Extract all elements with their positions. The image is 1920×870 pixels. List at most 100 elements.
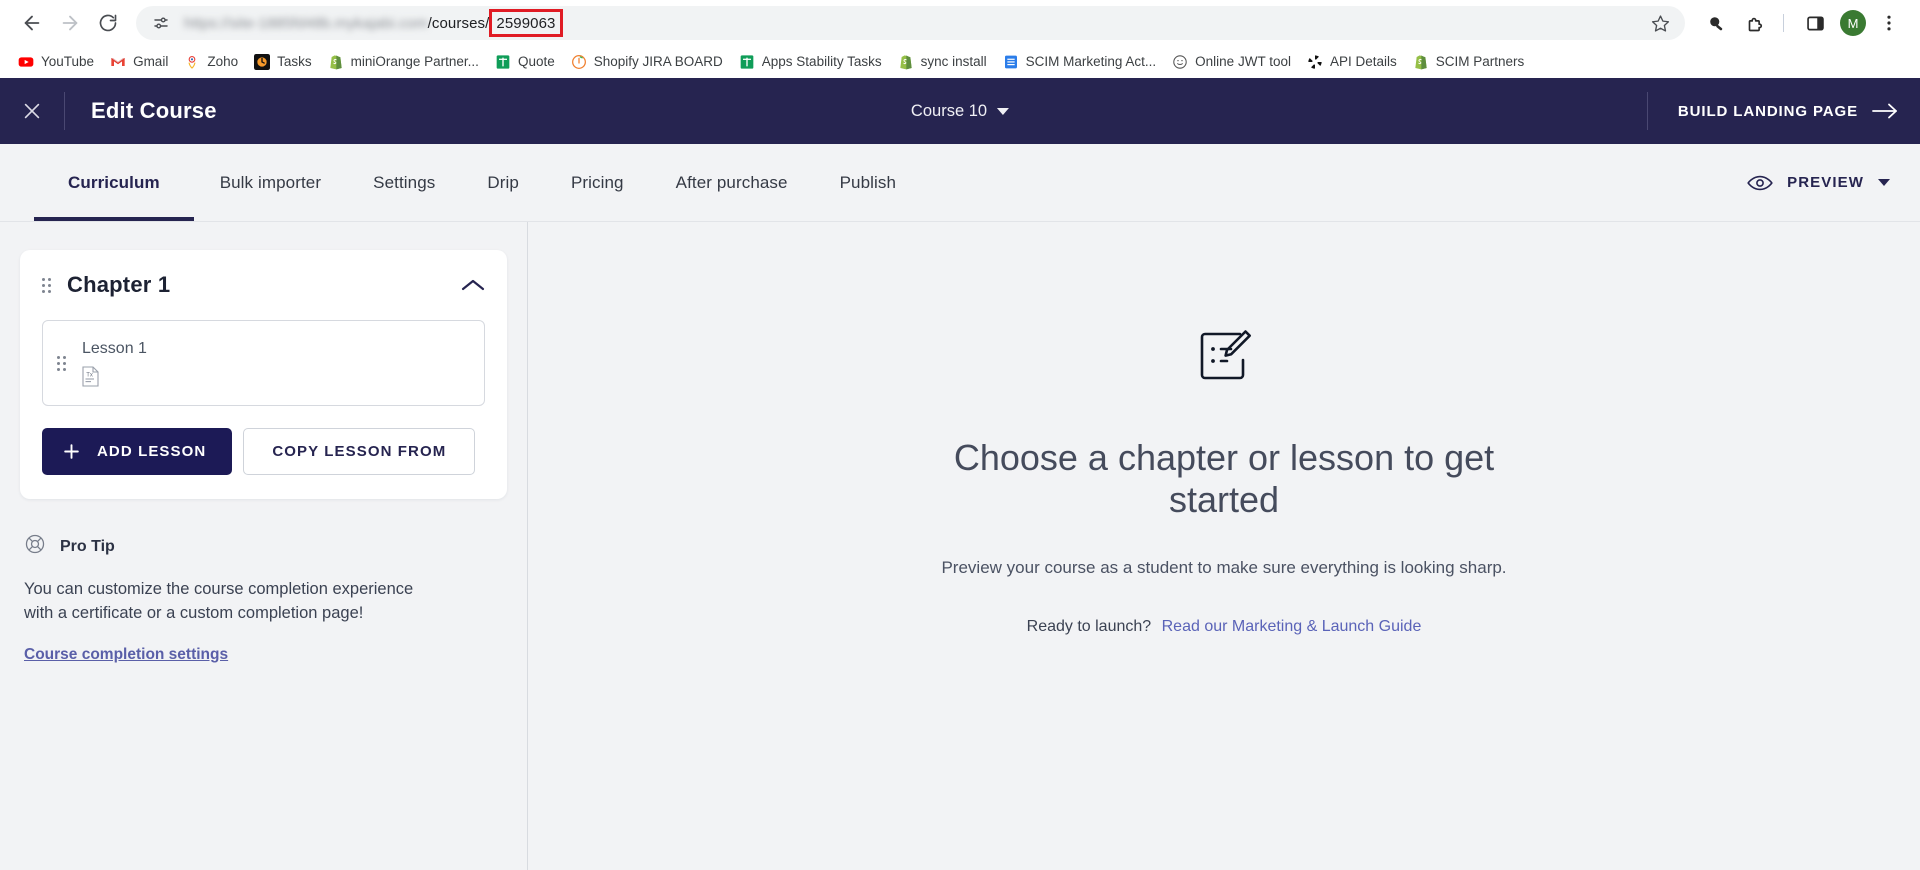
tab-settings[interactable]: Settings (347, 144, 461, 221)
bookmark-label: Zoho (207, 54, 239, 69)
url-text: https://site-1885fd48b.mykajabi.com /cou… (184, 9, 563, 37)
tab-bulk-importer[interactable]: Bulk importer (194, 144, 347, 221)
extensions-icon[interactable] (1739, 6, 1773, 40)
text-document-icon: Tx (82, 365, 99, 387)
empty-state-subtitle: Preview your course as a student to make… (941, 557, 1507, 577)
chevron-up-icon[interactable] (461, 278, 485, 292)
address-bar[interactable]: https://site-1885fd48b.mykajabi.com /cou… (136, 6, 1685, 40)
bookmark-youtube[interactable]: YouTube (10, 50, 102, 74)
lifebuoy-icon (24, 533, 46, 560)
preview-button[interactable]: PREVIEW (1747, 144, 1890, 221)
chapter-card: Chapter 1 Lesson 1 Tx ADD LESSON COPY LE… (20, 250, 507, 499)
extension-puzzle-dark-icon[interactable] (1699, 6, 1733, 40)
site-settings-icon[interactable] (150, 12, 172, 34)
header-right: BUILD LANDING PAGE (1646, 92, 1898, 130)
bookmark-tasks[interactable]: Tasks (246, 50, 320, 74)
lesson-title: Lesson 1 (82, 339, 147, 357)
bookmark-scim-marketing-act[interactable]: SCIM Marketing Act... (995, 50, 1165, 74)
bookmark-label: Tasks (277, 54, 312, 69)
close-button[interactable] (0, 100, 64, 122)
bookmark-online-jwt-tool[interactable]: Online JWT tool (1164, 50, 1299, 74)
shopify-icon (1413, 54, 1429, 70)
pro-tip-header: Pro Tip (24, 533, 503, 560)
tasks-icon (254, 53, 271, 70)
chapter-actions: ADD LESSON COPY LESSON FROM (42, 428, 485, 475)
empty-state-panel: Choose a chapter or lesson to get starte… (528, 222, 1920, 870)
drag-handle-icon[interactable] (57, 355, 66, 371)
tab-publish[interactable]: Publish (814, 144, 922, 221)
tab-label: Curriculum (68, 172, 160, 192)
eye-icon (1747, 175, 1773, 190)
url-path: /courses/ (427, 14, 490, 32)
reload-icon (99, 14, 117, 32)
empty-state-cta: Ready to launch? Read our Marketing & La… (1027, 618, 1422, 636)
lesson-content: Lesson 1 Tx (82, 340, 147, 387)
tab-drip[interactable]: Drip (461, 144, 545, 221)
tab-label: Bulk importer (219, 172, 322, 192)
app-header: Edit Course Course 10 BUILD LANDING PAGE (0, 78, 1920, 144)
cta-prefix: Ready to launch? (1026, 617, 1152, 635)
empty-state-title: Choose a chapter or lesson to get starte… (953, 437, 1495, 521)
bookmark-scim-partners[interactable]: SCIM Partners (1405, 50, 1533, 74)
browser-toolbar: https://site-1885fd48b.mykajabi.com /cou… (0, 0, 1920, 46)
course-selector-label: Course 10 (910, 101, 988, 120)
caret-down-icon (997, 107, 1010, 115)
bookmark-apps-stability-tasks[interactable]: Apps Stability Tasks (731, 50, 890, 74)
tab-curriculum[interactable]: Curriculum (34, 144, 194, 221)
bookmark-label: Shopify JIRA BOARD (593, 54, 723, 69)
preview-label: PREVIEW (1787, 174, 1864, 191)
forward-arrow-icon (62, 15, 78, 31)
plus-icon (64, 444, 79, 459)
header-right-divider (1646, 92, 1648, 130)
bookmark-miniorange-partner[interactable]: miniOrange Partner... (320, 50, 487, 74)
zoho-icon (184, 54, 200, 70)
star-icon[interactable] (1647, 10, 1673, 36)
build-landing-page-button[interactable]: BUILD LANDING PAGE (1678, 102, 1898, 120)
tab-label: Pricing (570, 172, 624, 192)
tab-pricing[interactable]: Pricing (545, 144, 650, 221)
browser-chrome: https://site-1885fd48b.mykajabi.com /cou… (0, 0, 1920, 78)
forward-button[interactable] (52, 5, 88, 41)
bookmark-label: Gmail (133, 54, 169, 69)
pro-tip-title: Pro Tip (60, 537, 115, 555)
tab-label: After purchase (675, 172, 788, 192)
url-course-id: 2599063 (496, 14, 556, 32)
back-button[interactable] (14, 5, 50, 41)
sheets-icon (495, 54, 511, 70)
side-panel-icon[interactable] (1798, 6, 1832, 40)
page-title: Edit Course (91, 98, 217, 123)
tab-label: Publish (839, 172, 897, 192)
youtube-icon (18, 54, 34, 70)
bookmark-label: YouTube (41, 54, 95, 69)
add-lesson-button[interactable]: ADD LESSON (42, 428, 233, 475)
bookmark-quote[interactable]: Quote (487, 50, 563, 74)
jira-icon (571, 54, 587, 70)
bookmark-shopify-jira-board[interactable]: Shopify JIRA BOARD (563, 50, 731, 74)
chapter-header[interactable]: Chapter 1 (42, 272, 485, 298)
three-dot-menu-icon[interactable] (1872, 6, 1906, 40)
shopify-icon (328, 54, 344, 70)
copy-lesson-label: COPY LESSON FROM (272, 443, 447, 460)
tab-after-purchase[interactable]: After purchase (650, 144, 814, 221)
bookmark-api-details[interactable]: API Details (1299, 50, 1405, 74)
drag-handle-icon[interactable] (42, 277, 51, 293)
avatar[interactable]: M (1840, 10, 1866, 36)
add-lesson-label: ADD LESSON (97, 443, 207, 460)
shopify-icon (898, 54, 914, 70)
bookmark-label: Quote (517, 54, 555, 69)
jwt-icon (1172, 54, 1188, 70)
bookmark-label: API Details (1329, 54, 1397, 69)
course-completion-settings-link[interactable]: Course completion settings (24, 646, 228, 664)
copy-lesson-from-button[interactable]: COPY LESSON FROM (243, 428, 476, 475)
url-hidden-part: https://site-1885fd48b.mykajabi.com (184, 14, 428, 32)
lesson-item[interactable]: Lesson 1 Tx (42, 320, 485, 406)
bookmark-zoho[interactable]: Zoho (176, 50, 246, 74)
marketing-launch-guide-link[interactable]: Read our Marketing & Launch Guide (1162, 618, 1422, 635)
bookmark-sync-install[interactable]: sync install (890, 50, 995, 74)
edit-checklist-icon (1188, 320, 1260, 397)
course-selector[interactable]: Course 10 (910, 101, 1010, 121)
bookmark-gmail[interactable]: Gmail (102, 50, 176, 74)
reload-button[interactable] (90, 5, 126, 41)
pro-tip-body: You can customize the course completion … (24, 580, 414, 622)
bookmark-label: SCIM Marketing Act... (1025, 54, 1157, 69)
